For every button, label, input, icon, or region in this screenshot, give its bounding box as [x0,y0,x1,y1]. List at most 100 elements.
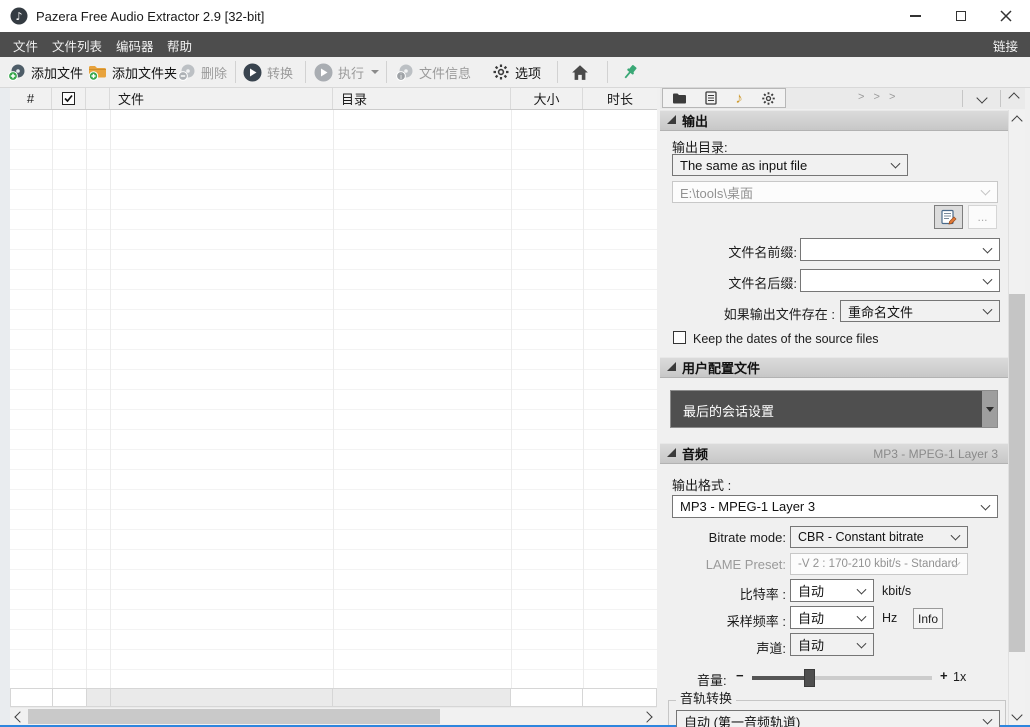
channels-label: 声道: [660,638,786,657]
column-header-duration[interactable]: 时长 [583,88,657,109]
volume-decrease-button[interactable]: − [736,668,744,683]
tab-audio-icon[interactable]: ♪ [735,91,743,106]
keep-dates-checkbox[interactable] [673,331,686,344]
output-path-combo[interactable]: E:\tools\桌面 [672,181,998,203]
chevron-down-icon [983,274,993,284]
column-divider [52,110,53,688]
edit-path-button[interactable] [934,205,963,229]
output-format-select[interactable]: MP3 - MPEG-1 Layer 3 [672,495,998,518]
remove-button[interactable]: 删除 [178,57,227,87]
volume-slider[interactable] [752,676,932,680]
info-button[interactable]: Info [913,608,943,629]
execute-dropdown-icon[interactable] [371,70,379,74]
menu-file-list[interactable]: 文件列表 [52,36,102,55]
vertical-scrollbar[interactable] [1008,110,1025,725]
filename-suffix-label: 文件名后缀: [660,273,797,292]
convert-button[interactable]: 转换 [243,57,293,87]
scroll-up-icon[interactable] [1011,115,1022,126]
if-exists-select[interactable]: 重命名文件 [840,300,1000,322]
file-info-icon: i [396,63,414,81]
file-table-summary-row [10,688,657,708]
lame-preset-label: LAME Preset: [660,557,786,572]
toolbar-separator [235,61,236,83]
menu-file[interactable]: 文件 [13,36,38,55]
column-header-dir[interactable]: 目录 [333,88,511,109]
profile-select[interactable]: 最后的会话设置 [670,390,998,428]
scroll-right-icon[interactable] [641,711,652,722]
horizontal-scrollbar-thumb[interactable] [28,709,440,724]
volume-increase-button[interactable]: + [940,668,948,683]
sample-rate-unit-label: Hz [882,611,897,625]
home-icon [571,64,589,81]
tab-settings-icon[interactable] [761,91,776,106]
tab-overflow-chevrons[interactable]: > > > [858,91,898,103]
column-header-checkbox[interactable] [52,88,86,109]
vertical-scrollbar-thumb[interactable] [1009,294,1025,652]
section-header-profiles[interactable]: 用户配置文件 [660,357,1008,378]
tab-bar-separator [962,90,963,107]
column-header-icon[interactable] [86,88,110,109]
close-button[interactable] [989,0,1023,32]
chevron-down-icon [983,243,993,253]
scroll-left-icon[interactable] [14,711,25,722]
output-dir-select[interactable]: The same as input file [672,154,908,176]
filename-prefix-combo[interactable] [800,238,1000,261]
select-all-checkbox[interactable] [62,92,75,105]
menu-encoder[interactable]: 编码器 [116,36,154,55]
panel-dropdown-button[interactable] [966,88,998,108]
column-header-file[interactable]: 文件 [110,88,333,109]
sample-rate-select[interactable]: 自动 [790,606,874,629]
options-button[interactable]: 选项 [492,57,541,87]
chevron-down-icon [981,186,991,196]
bitrate-select[interactable]: 自动 [790,579,874,602]
volume-slider-thumb[interactable] [804,669,815,687]
execute-icon [314,63,333,82]
toolbar: 添加文件 添加文件夹 删除 转换 [0,57,1030,88]
filename-prefix-label: 文件名前缀: [660,242,797,261]
horizontal-scrollbar[interactable] [10,708,657,725]
bitrate-unit-label: kbit/s [882,584,911,598]
file-info-button[interactable]: i 文件信息 [396,57,471,87]
execute-button[interactable]: 执行 [314,57,379,87]
column-divider [86,110,87,688]
info-button-label: Info [918,612,938,626]
pin-button[interactable] [621,57,639,87]
bitrate-mode-value: CBR - Constant bitrate [798,530,924,544]
menu-links[interactable]: 链接 [993,36,1018,55]
column-header-number[interactable]: # [10,88,52,109]
column-header-size[interactable]: 大小 [511,88,583,109]
track-select[interactable]: 自动 (第一音频轨道) [676,710,1000,727]
tab-output-folder-icon[interactable] [672,92,687,105]
output-format-label: 输出格式 : [672,475,731,494]
svg-text:♪: ♪ [15,10,22,23]
file-info-label: 文件信息 [419,63,471,82]
section-collapse-icon [667,362,676,371]
section-header-output[interactable]: 输出 [660,110,1008,131]
chevron-down-icon [976,92,987,103]
panel-collapse-button[interactable] [1003,88,1025,108]
channels-select[interactable]: 自动 [790,633,874,656]
tab-file-list-icon[interactable] [705,91,717,105]
column-divider [333,110,334,688]
maximize-button[interactable] [944,0,978,32]
menu-help[interactable]: 帮助 [167,36,192,55]
section-collapse-icon [667,448,676,457]
bitrate-mode-select[interactable]: CBR - Constant bitrate [790,526,968,548]
summary-cell [10,688,53,707]
section-collapse-icon [667,115,676,124]
scroll-down-icon[interactable] [1011,709,1022,720]
minimize-button[interactable] [898,0,932,32]
convert-icon [243,63,262,82]
filename-suffix-combo[interactable] [800,269,1000,292]
add-files-button[interactable]: 添加文件 [8,57,83,87]
home-button[interactable] [571,57,589,87]
add-folder-button[interactable]: 添加文件夹 [88,57,177,87]
lame-preset-select[interactable]: -V 2 : 170-210 kbit/s - Standard [790,553,968,575]
profile-select-arrow[interactable] [982,391,997,427]
file-list-body[interactable] [10,110,657,688]
app-window: ♪ Pazera Free Audio Extractor 2.9 [32-bi… [0,0,1030,727]
section-header-audio[interactable]: 音频 MP3 - MPEG-1 Layer 3 [660,443,1008,464]
title-bar: ♪ Pazera Free Audio Extractor 2.9 [32-bi… [0,0,1030,32]
menu-bar: 文件 文件列表 编码器 帮助 链接 [0,32,1030,57]
browse-button[interactable]: ... [968,205,997,229]
